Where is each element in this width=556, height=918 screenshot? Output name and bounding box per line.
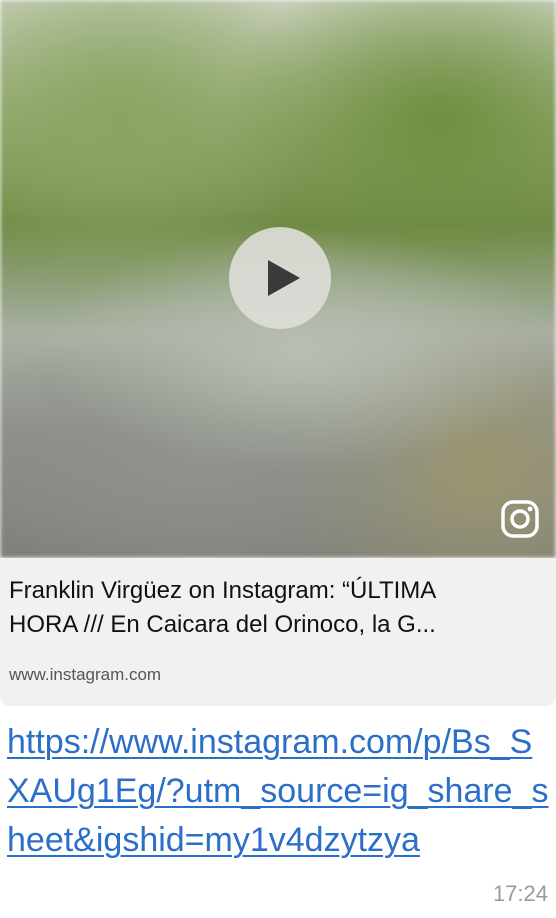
instagram-icon: [501, 500, 539, 538]
preview-title: Franklin Virgüez on Instagram: “ÚLTIMA H…: [9, 577, 437, 638]
link-preview-info[interactable]: Franklin Virgüez on Instagram: “ÚLTIMA H…: [0, 558, 556, 706]
preview-domain: www.instagram.com: [9, 665, 162, 684]
message-bubble: Franklin Virgüez on Instagram: “ÚLTIMA H…: [0, 0, 556, 918]
message-link[interactable]: https://www.instagram.com/p/Bs_SXAUg1Eg/…: [7, 718, 553, 865]
message-timestamp: 17:24: [492, 881, 548, 906]
play-icon: [268, 260, 300, 296]
link-preview-card[interactable]: [0, 0, 556, 558]
play-button[interactable]: [229, 227, 331, 329]
